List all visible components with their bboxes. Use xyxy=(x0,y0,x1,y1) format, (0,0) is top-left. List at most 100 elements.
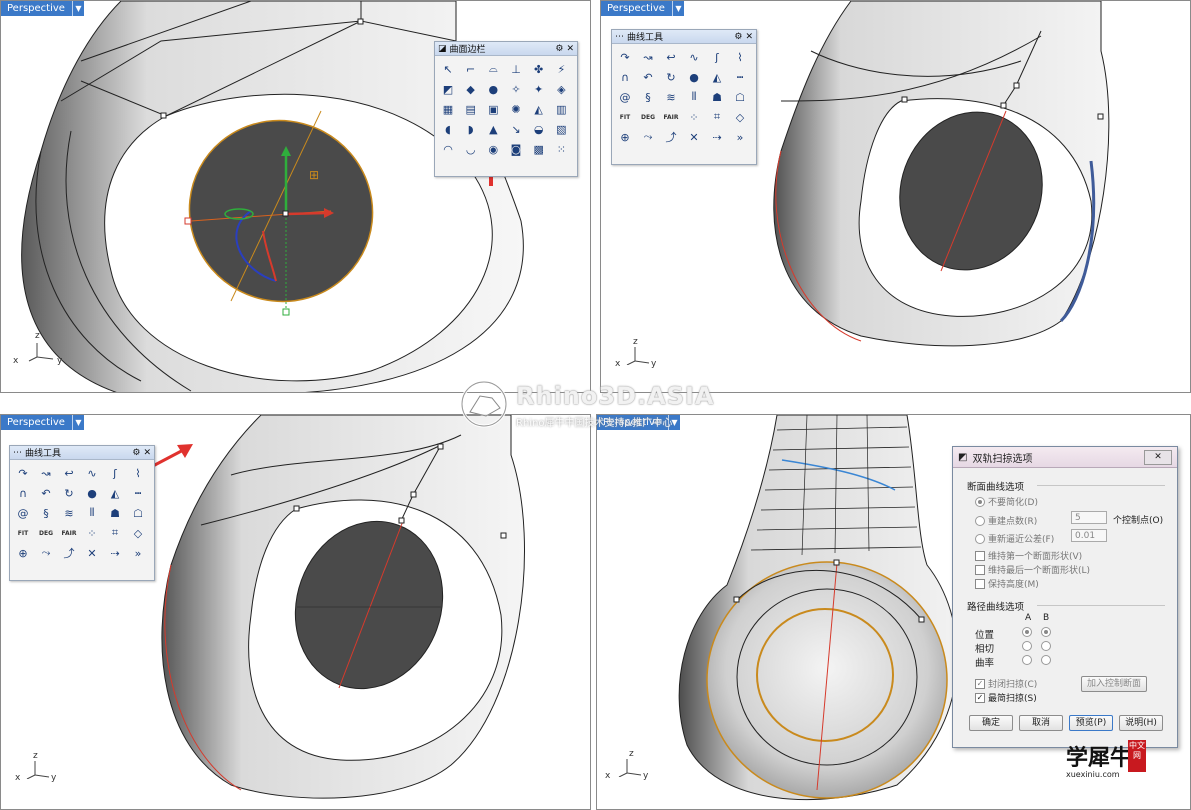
curve-arc-icon[interactable]: ∿ xyxy=(685,48,703,66)
more-icon[interactable]: » xyxy=(129,544,147,562)
torus-icon[interactable]: ✺ xyxy=(507,100,525,118)
opt-refit[interactable]: 重新逼近公差(F) xyxy=(975,532,1054,545)
checkbox-closed[interactable]: ✓ xyxy=(975,678,985,689)
close-icon[interactable]: ✕ xyxy=(745,32,753,42)
fillet-icon[interactable]: ◉ xyxy=(484,140,502,158)
chk-keep-height-row[interactable]: 保持高度(M) xyxy=(975,577,1039,590)
insert-point-icon[interactable]: ⇢ xyxy=(106,544,124,562)
curve-hook-icon[interactable]: ↶ xyxy=(639,68,657,86)
radio-no-simplify[interactable] xyxy=(975,496,985,507)
curve-loop-icon[interactable]: ↻ xyxy=(60,484,78,502)
box-icon[interactable]: ▣ xyxy=(484,100,502,118)
fair-icon[interactable]: FAIR xyxy=(662,108,680,126)
radio-tangent-b[interactable] xyxy=(1041,641,1051,651)
diamond-icon[interactable]: ◇ xyxy=(129,524,147,542)
edge-curves-icon[interactable]: ⌓ xyxy=(484,60,502,78)
loft-icon[interactable]: ◩ xyxy=(439,80,457,98)
curve-s-icon[interactable]: ʃ xyxy=(708,48,726,66)
plane-icon[interactable]: ▦ xyxy=(439,100,457,118)
viewport-menu-arrow-icon[interactable]: ▼ xyxy=(71,415,84,430)
curve-node2-icon[interactable]: ⤴ xyxy=(662,128,680,146)
curve-points-icon[interactable]: ⌇ xyxy=(731,48,749,66)
viewport-title[interactable]: Perspective xyxy=(1,415,72,430)
revolve-icon[interactable]: ✦ xyxy=(530,80,548,98)
rebuild-points-input[interactable]: 5 xyxy=(1071,511,1107,524)
curve-tangent-icon[interactable]: ◭ xyxy=(708,68,726,86)
sphere-icon[interactable]: ● xyxy=(484,80,502,98)
deg-icon[interactable]: DEG xyxy=(639,108,657,126)
corner-points-icon[interactable]: ⌐ xyxy=(462,60,480,78)
curve-person2-icon[interactable]: ☖ xyxy=(731,88,749,106)
curve-match-icon[interactable]: ↩ xyxy=(662,48,680,66)
fair-icon[interactable]: FAIR xyxy=(60,524,78,542)
dialog-titlebar[interactable]: ◩ 双轨扫掠选项 ✕ xyxy=(953,447,1177,468)
curve-hook-icon[interactable]: ↶ xyxy=(37,484,55,502)
opt-rebuild[interactable]: 重建点数(R) xyxy=(975,514,1037,527)
viewport-tab[interactable]: Perspective ▼ xyxy=(1,1,84,16)
checkbox-keep-last[interactable] xyxy=(975,564,985,575)
toolbar-titlebar[interactable]: ⋯ 曲线工具 ⚙ ✕ xyxy=(10,446,154,460)
toolbar-titlebar[interactable]: ⋯ 曲线工具 ⚙ ✕ xyxy=(612,30,756,44)
chk-keep-last-row[interactable]: 维持最后一个断面形状(L) xyxy=(975,563,1090,576)
curve-swirl-icon[interactable]: @ xyxy=(14,504,32,522)
add-slash-button[interactable]: 加入控制断面 xyxy=(1081,676,1147,692)
curve-edit-icon[interactable]: ↷ xyxy=(616,48,634,66)
close-icon[interactable]: ✕ xyxy=(566,44,574,54)
radio-rebuild[interactable] xyxy=(975,515,985,526)
radio-curvature-b[interactable] xyxy=(1041,655,1051,665)
curve-node2-icon[interactable]: ⤴ xyxy=(60,544,78,562)
curve-wave-icon[interactable]: ≋ xyxy=(662,88,680,106)
close-button[interactable]: ✕ xyxy=(1144,449,1172,465)
help-button[interactable]: 说明(H) xyxy=(1119,715,1163,731)
chk-keep-first-row[interactable]: 维持第一个断面形状(V) xyxy=(975,549,1082,562)
curve-node-icon[interactable]: ⤳ xyxy=(639,128,657,146)
viewport-menu-arrow-icon[interactable]: ▼ xyxy=(71,1,84,16)
viewport-top-right[interactable]: Perspective ▼ z x y ⋯ 曲线工具 ⚙ ✕ ↷ ↝ ↩ ∿ ʃ… xyxy=(600,0,1191,393)
delete-point-icon[interactable]: ✕ xyxy=(685,128,703,146)
curve-tangent-icon[interactable]: ◭ xyxy=(106,484,124,502)
dot-grid-icon[interactable]: ⁘ xyxy=(83,524,101,542)
radio-position-a[interactable] xyxy=(1022,627,1032,637)
cancel-button[interactable]: 取消 xyxy=(1019,715,1063,731)
sweep1-icon[interactable]: ◠ xyxy=(439,140,457,158)
sweep-icon[interactable]: ✧ xyxy=(507,80,525,98)
rebuild-icon[interactable]: ⌗ xyxy=(708,108,726,126)
curve-toolbar[interactable]: ⋯ 曲线工具 ⚙ ✕ ↷ ↝ ↩ ∿ ʃ ⌇ ∩ ↶ ↻ ● ◭ ┅ @ § ≋… xyxy=(611,29,757,165)
curve-ball-icon[interactable]: ● xyxy=(685,68,703,86)
ok-button[interactable]: 确定 xyxy=(969,715,1013,731)
radio-curvature-a[interactable] xyxy=(1022,655,1032,665)
blend-icon[interactable]: ◈ xyxy=(552,80,570,98)
curve-dash-icon[interactable]: ┅ xyxy=(129,484,147,502)
viewport-tab[interactable]: Perspective ▼ xyxy=(601,1,684,16)
curve-node-icon[interactable]: ⤳ xyxy=(37,544,55,562)
insert-point-icon[interactable]: ⇢ xyxy=(708,128,726,146)
curve-ball-icon[interactable]: ● xyxy=(83,484,101,502)
gear-icon[interactable]: ⚙ xyxy=(132,448,140,458)
curve-person-icon[interactable]: ☗ xyxy=(106,504,124,522)
gear-icon[interactable]: ⚙ xyxy=(555,44,563,54)
viewport-menu-arrow-icon[interactable]: ▼ xyxy=(671,1,684,16)
curve-wave-icon[interactable]: ≋ xyxy=(60,504,78,522)
viewport-top-left[interactable]: ⊞ Perspective ▼ z x y ◪ 曲面边栏 ⚙ ✕ ↖ ⌐ ⌓ ⊥… xyxy=(0,0,591,393)
preview-button[interactable]: 预览(P) xyxy=(1069,715,1113,731)
opt-no-simplify[interactable]: 不要简化(D) xyxy=(975,495,1038,508)
fit-icon[interactable]: FIT xyxy=(14,524,32,542)
radio-tangent-a[interactable] xyxy=(1022,641,1032,651)
diamond-icon[interactable]: ◇ xyxy=(731,108,749,126)
curve-s-icon[interactable]: ʃ xyxy=(106,464,124,482)
close-icon[interactable]: ✕ xyxy=(143,448,151,458)
rebuild-icon[interactable]: ⌗ xyxy=(106,524,124,542)
curve-dash-icon[interactable]: ┅ xyxy=(731,68,749,86)
point-on-icon[interactable]: ⊕ xyxy=(14,544,32,562)
drape-icon[interactable]: ◙ xyxy=(507,140,525,158)
curve-toolbar[interactable]: ⋯ 曲线工具 ⚙ ✕ ↷ ↝ ↩ ∿ ʃ ⌇ ∩ ↶ ↻ ● ◭ ┅ @ § ≋… xyxy=(9,445,155,581)
toolbar-titlebar[interactable]: ◪ 曲面边栏 ⚙ ✕ xyxy=(435,42,577,56)
fit-icon[interactable]: FIT xyxy=(616,108,634,126)
curve-points-icon[interactable]: ⌇ xyxy=(129,464,147,482)
curve-person-icon[interactable]: ☗ xyxy=(708,88,726,106)
sweep2-options-dialog[interactable]: ◩ 双轨扫掠选项 ✕ 断面曲线选项 不要简化(D) 重建点数(R) 5 个控制点… xyxy=(952,446,1178,748)
patch-icon[interactable]: ✤ xyxy=(530,60,548,78)
checkbox-simple[interactable]: ✓ xyxy=(975,692,985,703)
curve-edit-icon[interactable]: ↷ xyxy=(14,464,32,482)
radio-position-b[interactable] xyxy=(1041,627,1051,637)
